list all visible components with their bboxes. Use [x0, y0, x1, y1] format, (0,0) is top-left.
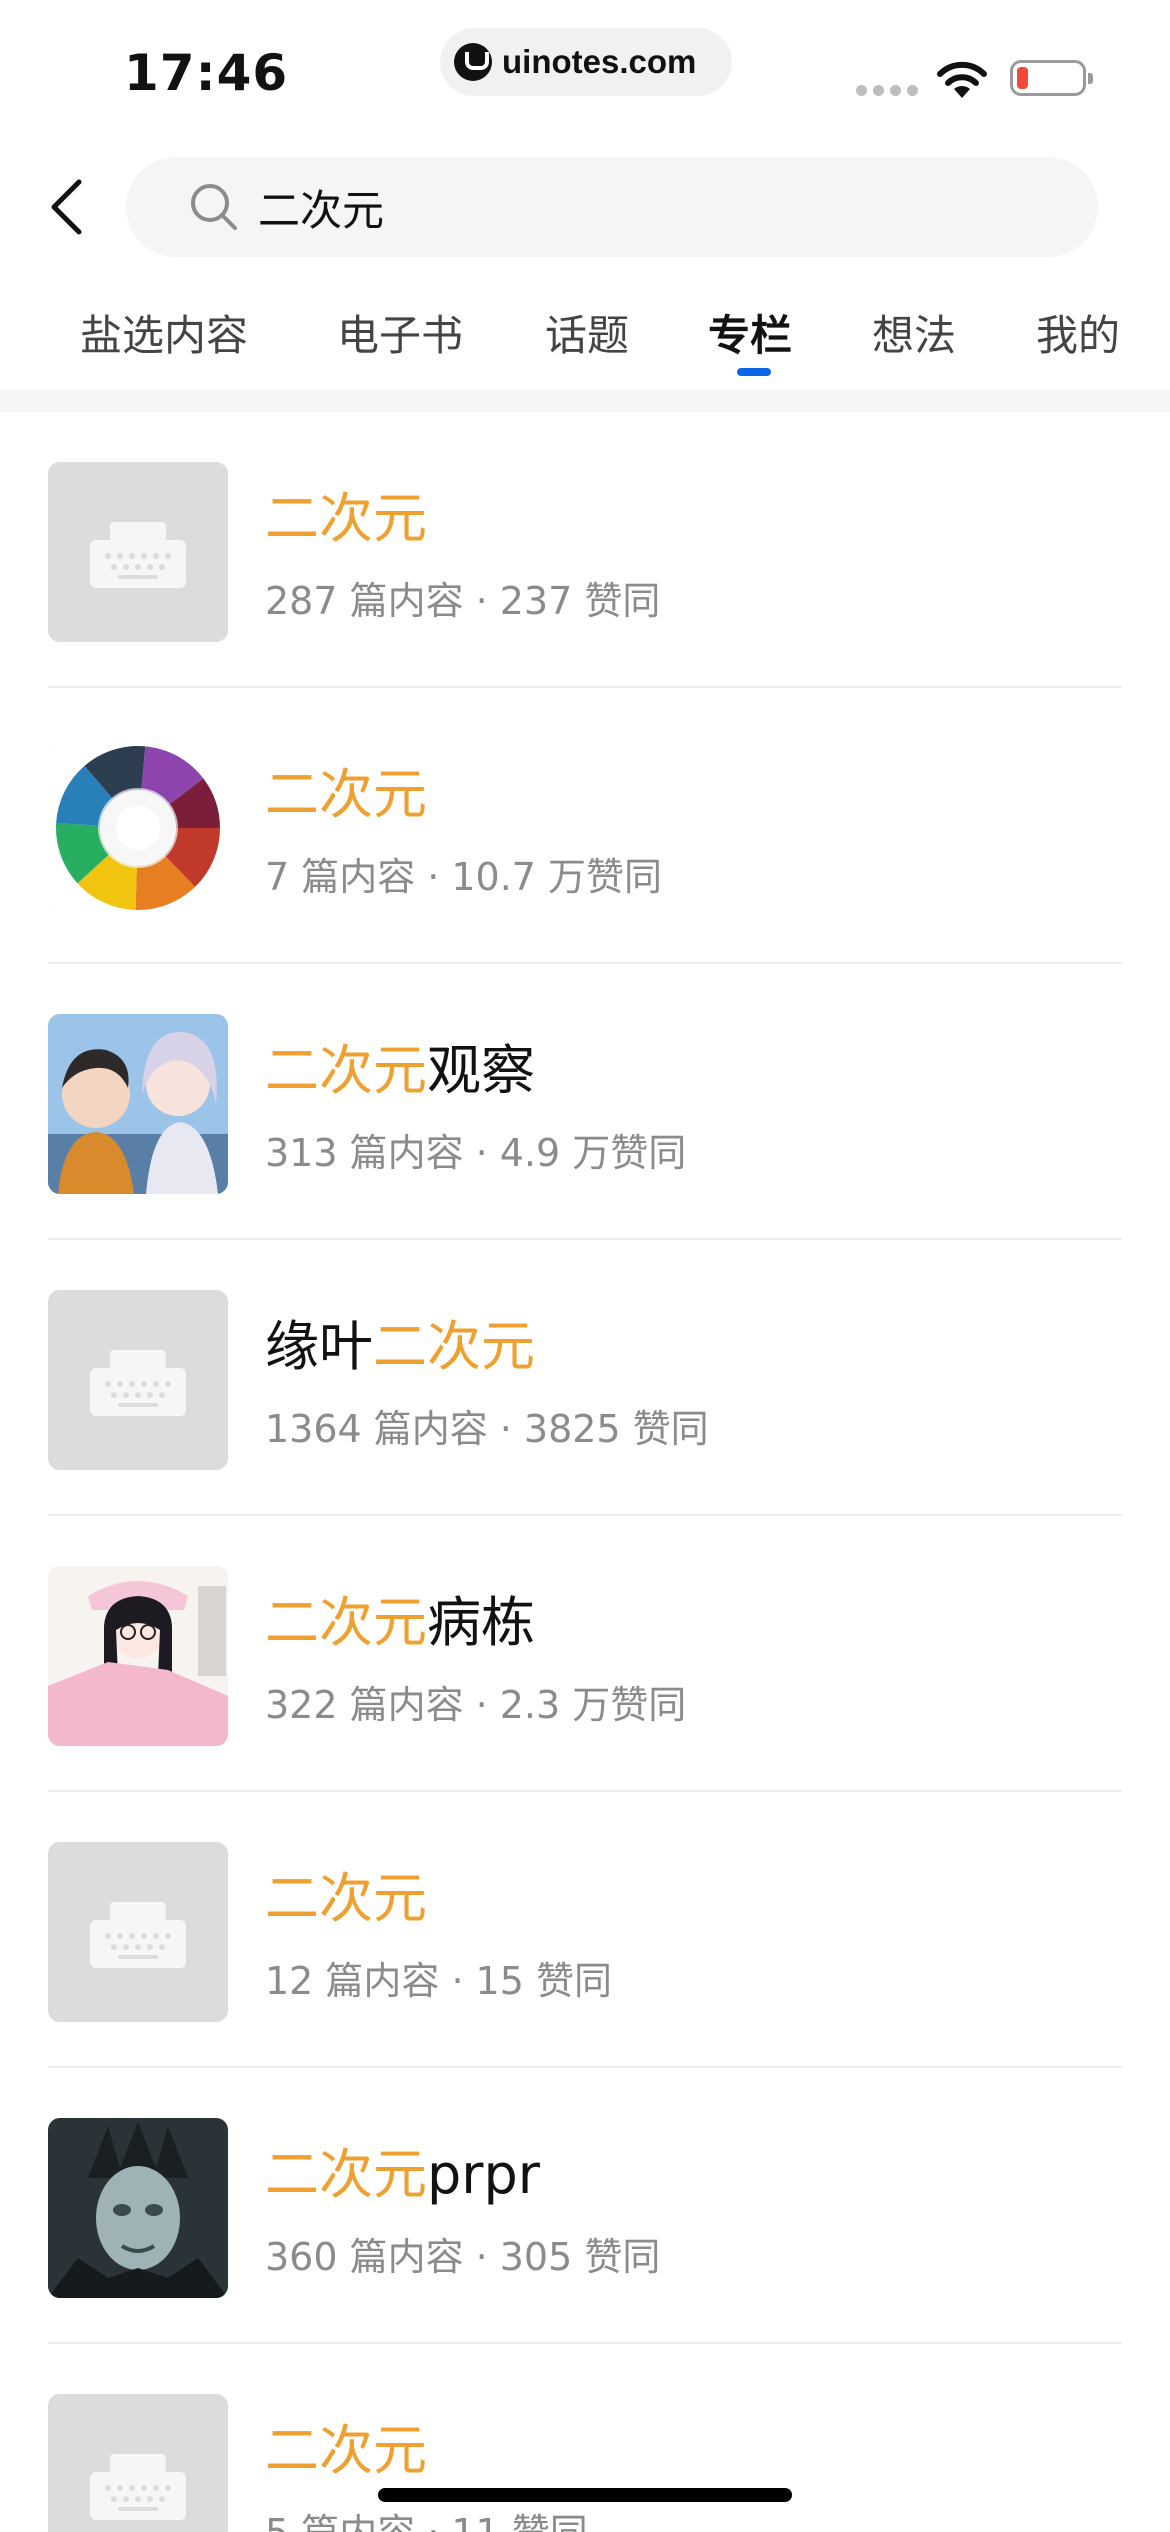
column-title: 二次元 — [265, 487, 427, 550]
list-item[interactable]: 二次元 5 篇内容·11 赞同 — [0, 2344, 1170, 2532]
typewriter-placeholder-icon — [48, 462, 228, 642]
list-item[interactable]: 二次元 7 篇内容 · 10.7 万赞同 — [0, 688, 1170, 964]
anime-characters-image — [48, 1014, 228, 1194]
cellular-icon — [856, 85, 918, 96]
typewriter-placeholder-icon — [48, 1842, 228, 2022]
home-indicator[interactable] — [378, 2488, 792, 2502]
list-item[interactable]: 二次元 287 篇内容 · 237 赞同 — [0, 412, 1170, 688]
column-title: 二次元 — [265, 763, 427, 826]
column-meta: 7 篇内容 · 10.7 万赞同 — [265, 855, 663, 899]
column-meta: 12 篇内容 · 15 赞同 — [265, 1959, 612, 2003]
list-item[interactable]: 缘叶二次元 1364 篇内容 · 3825 赞同 — [0, 1240, 1170, 1516]
column-title: 二次元病栋 — [265, 1591, 535, 1654]
column-meta: 5 篇内容·11 赞同 — [265, 2502, 588, 2532]
dark-knight-image — [48, 2118, 228, 2298]
column-title: 二次元 — [265, 2419, 427, 2482]
active-tab-indicator — [737, 368, 771, 376]
tab-thoughts[interactable]: 想法 — [872, 302, 956, 363]
search-icon — [191, 184, 237, 230]
site-logo-icon — [454, 43, 492, 81]
status-time: 17:46 — [124, 44, 289, 102]
column-meta: 313 篇内容 · 4.9 万赞同 — [265, 1131, 687, 1175]
url-text: uinotes.com — [502, 43, 697, 80]
battery-icon — [1010, 60, 1093, 96]
status-bar: 17:46 uinotes.com — [0, 0, 1170, 140]
column-meta: 1364 篇内容 · 3825 赞同 — [265, 1407, 709, 1451]
tab-mine[interactable]: 我的 — [1036, 302, 1120, 363]
section-divider — [0, 390, 1170, 412]
url-pill[interactable]: uinotes.com — [440, 28, 732, 96]
column-meta: 287 篇内容 · 237 赞同 — [265, 579, 661, 623]
list-item[interactable]: 二次元观察 313 篇内容 · 4.9 万赞同 — [0, 964, 1170, 1240]
column-title: 二次元prpr — [265, 2143, 540, 2206]
search-input[interactable]: 二次元 — [126, 157, 1098, 257]
tab-yanxuan[interactable]: 盐选内容 — [80, 302, 248, 363]
column-meta: 322 篇内容 · 2.3 万赞同 — [265, 1683, 687, 1727]
column-title: 二次元观察 — [265, 1039, 535, 1102]
tab-column[interactable]: 专栏 — [708, 302, 792, 363]
back-button[interactable] — [36, 172, 96, 242]
anime-nurse-image — [48, 1566, 228, 1746]
wifi-icon — [937, 61, 987, 98]
list-item[interactable]: 二次元prpr 360 篇内容 · 305 赞同 — [0, 2068, 1170, 2344]
column-meta: 360 篇内容 · 305 赞同 — [265, 2235, 661, 2279]
column-title: 二次元 — [265, 1867, 427, 1930]
typewriter-placeholder-icon — [48, 2394, 228, 2532]
tab-topic[interactable]: 话题 — [545, 302, 629, 363]
list-item[interactable]: 二次元病栋 322 篇内容 · 2.3 万赞同 — [0, 1516, 1170, 1792]
search-query: 二次元 — [258, 185, 385, 235]
list-item[interactable]: 二次元 12 篇内容 · 15 赞同 — [0, 1792, 1170, 2068]
tab-bar: 盐选内容 电子书 话题 专栏 想法 我的 — [0, 290, 1170, 390]
column-title: 缘叶二次元 — [265, 1315, 535, 1378]
typewriter-placeholder-icon — [48, 1290, 228, 1470]
tab-ebook[interactable]: 电子书 — [337, 302, 463, 363]
color-wheel-image — [48, 738, 228, 918]
back-arrow-icon — [51, 179, 82, 235]
